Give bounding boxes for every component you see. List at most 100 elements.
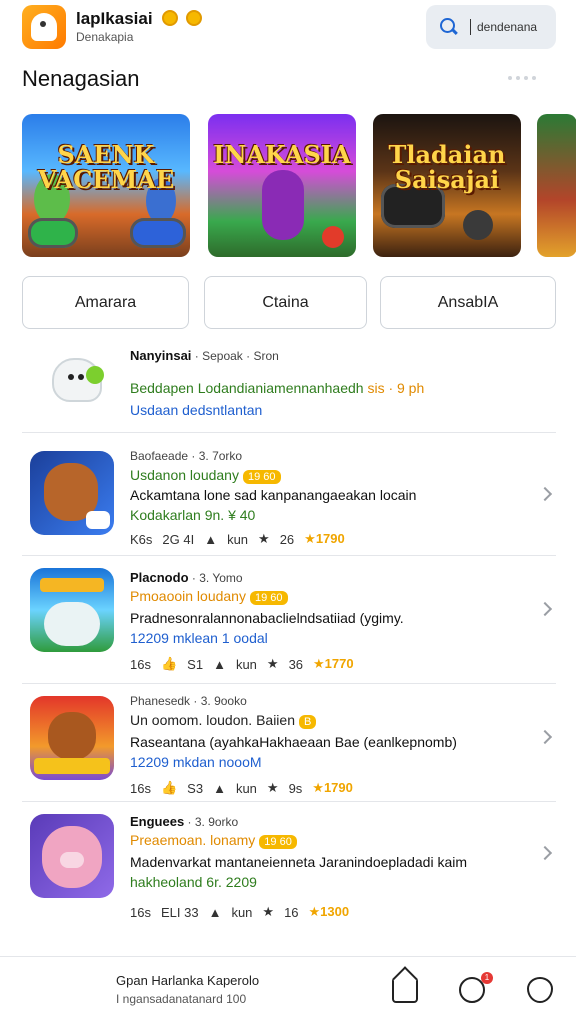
- stat-value: 26: [279, 531, 295, 547]
- stat-value: S1: [187, 656, 204, 672]
- star-icon: ★: [262, 904, 275, 919]
- stat-value: 36: [288, 656, 304, 672]
- monkey-game-icon: [30, 696, 114, 780]
- item-name: Phanesedk: [130, 694, 191, 708]
- item-extra: Kodakarlan 9n. ¥ 40: [130, 507, 256, 523]
- item-name: Enguees: [130, 814, 185, 829]
- ghost-mascot-icon: [30, 346, 114, 416]
- featured-card-partial[interactable]: [537, 114, 576, 257]
- item-stats: 16s 👍 S1 ▲ kun ★ 36 ★1770: [130, 656, 354, 672]
- star-icon: ★: [258, 531, 270, 546]
- bottom-bar: Gpan Harlanka Kaperolo I ngansadanatanar…: [0, 956, 576, 1024]
- item-description: Raseantana (ayahkaHakhaeaan Bae (eanlkep…: [130, 734, 457, 750]
- item-sub: · Sepoak · Sron: [194, 349, 279, 363]
- thumb-icon: ▲: [208, 904, 222, 920]
- featured-card[interactable]: SAENK VACEMAE: [22, 114, 190, 257]
- stat-value: S3: [187, 780, 204, 796]
- rating-value: ★1790: [312, 780, 353, 795]
- list-item[interactable]: Phanesedk · 3. 9ooko Un oomom. loudon. B…: [22, 684, 556, 802]
- price-badge: 19 60: [259, 835, 297, 849]
- button-icon: [322, 226, 344, 248]
- list-item[interactable]: Placnodo · 3. Yomo Pmoaooin loudany 19 60…: [22, 556, 556, 684]
- bear-avatar-icon: [30, 814, 114, 898]
- item-description: Pradnesonralannonabaclielndsatiiad (ygim…: [130, 610, 404, 626]
- item-meta: Phanesedk · 3. 9ooko: [130, 694, 247, 708]
- chevron-right-icon[interactable]: [537, 729, 553, 745]
- thumb-icon: ▲: [213, 780, 226, 796]
- filter-button[interactable]: AnsabIA: [380, 276, 556, 329]
- star-icon: ★: [266, 780, 279, 795]
- item-tagline: Usdanon loudany 19 60: [130, 467, 281, 484]
- bottom-title: Gpan Harlanka Kaperolo: [116, 973, 260, 988]
- stat-value: 16s: [130, 904, 151, 920]
- item-sub: · 3. Yomo: [191, 571, 243, 585]
- bear-game-icon: [30, 451, 114, 535]
- item-stats: 16s 👍 S3 ▲ kun ★ 9s ★1790: [130, 780, 353, 796]
- stat-value: 2G 4I: [162, 531, 195, 547]
- rating-value: ★1770: [313, 656, 354, 671]
- item-extra: hakheoland 6r. 2209: [130, 874, 257, 890]
- search-input[interactable]: dendenana: [477, 20, 537, 34]
- thumb-icon: 👍: [160, 656, 178, 671]
- item-stats: K6s 2G 4I ▲ kun ★ 26 ★1790: [130, 531, 345, 547]
- stat-value: kun: [227, 531, 249, 547]
- controller-image: [28, 218, 78, 248]
- thumb-icon: ▲: [204, 531, 218, 547]
- search-icon[interactable]: [440, 18, 458, 36]
- filter-button[interactable]: Amarara: [22, 276, 189, 329]
- search-box[interactable]: dendenana: [426, 5, 556, 49]
- stat-value: 16: [284, 904, 299, 920]
- stat-value: 16s: [130, 780, 151, 796]
- controller-image: [130, 218, 186, 248]
- chevron-right-icon[interactable]: [537, 601, 553, 617]
- featured-title: SAENK VACEMAE: [37, 140, 175, 195]
- coin-icon: [162, 10, 178, 26]
- list-item[interactable]: Baofaeade · 3. 7orko Usdanon loudany 19 6…: [22, 433, 556, 556]
- star-icon: ★: [266, 656, 279, 671]
- featured-carousel[interactable]: SAENK VACEMAE INAKASIA Tladaian Saisajai: [22, 114, 576, 258]
- price-badge: 19 60: [249, 591, 288, 605]
- app-subtitle: Denakapia: [76, 30, 134, 44]
- tagline-text: Beddapen Lodandianiamennanhaedh: [130, 380, 364, 396]
- ghost-game-icon: [30, 568, 114, 652]
- bottom-subtitle: I ngansadanatanard 100: [116, 992, 247, 1006]
- app-header: lapIkasiai Denakapia dendenana: [0, 0, 576, 58]
- item-sub: · 3. 9ooko: [193, 694, 247, 708]
- item-sub: · 3. 7orko: [191, 449, 243, 463]
- stat-value: kun: [235, 656, 257, 672]
- featured-card[interactable]: Tladaian Saisajai: [373, 114, 521, 257]
- stat-value: 16s: [130, 656, 151, 672]
- stat-value: K6s: [130, 531, 153, 547]
- list-item[interactable]: Enguees · 3. 9orko Preaemoan. lonamy 19 6…: [22, 802, 556, 932]
- stat-value: ELI 33: [160, 904, 199, 920]
- notification-badge: 1: [481, 972, 493, 984]
- chevron-right-icon[interactable]: [537, 845, 553, 861]
- tagline-text: Preaemoan. lonamy: [130, 832, 256, 848]
- ghost-icon: [31, 13, 57, 41]
- item-description: Ackamtana lone sad kanpanangaeakan locai…: [130, 487, 417, 503]
- filter-button[interactable]: Ctaina: [204, 276, 367, 329]
- tagline-text: Usdanon loudany: [130, 467, 239, 483]
- rating-value: ★1300: [308, 904, 350, 919]
- item-meta: Baofaeade · 3. 7orko: [130, 449, 242, 463]
- more-dots-icon[interactable]: [508, 76, 536, 80]
- item-extra: 12209 mkdan noooM: [130, 754, 262, 770]
- home-icon[interactable]: [392, 977, 418, 1003]
- rating-value: ★1790: [304, 531, 345, 546]
- stat-value: 9s: [288, 780, 303, 796]
- app-logo[interactable]: [22, 5, 66, 49]
- featured-card[interactable]: INAKASIA: [208, 114, 356, 257]
- list-item[interactable]: Nanyinsai · Sepoak · Sron Beddapen Lodan…: [22, 340, 556, 433]
- item-stats: 16s ELI 33 ▲ kun ★ 16 ★1300: [130, 904, 349, 920]
- thumb-icon: ▲: [213, 656, 226, 672]
- item-description: Madenvarkat mantaneienneta Jaranindoepla…: [130, 854, 467, 870]
- stat-value: kun: [235, 780, 257, 796]
- tagline-text: Un oomom. loudon. Baiien: [130, 712, 295, 728]
- tagline-text: Pmoaooin loudany: [130, 588, 246, 604]
- item-extra: Usdaan dedsntlantan: [130, 402, 263, 418]
- thumb-icon: 👍: [160, 780, 178, 795]
- item-meta: Placnodo · 3. Yomo: [130, 570, 243, 585]
- chevron-right-icon[interactable]: [537, 486, 553, 502]
- stat-value: kun: [231, 904, 253, 920]
- heart-icon[interactable]: [527, 977, 553, 1003]
